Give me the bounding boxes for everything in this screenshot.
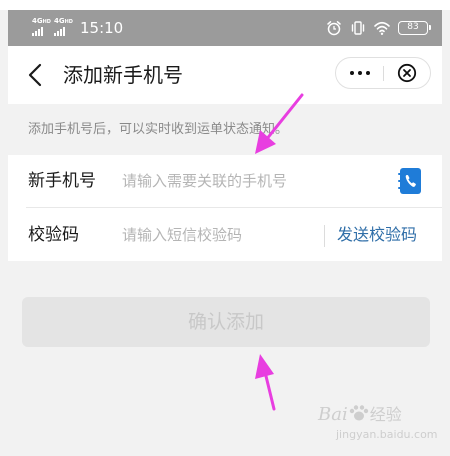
watermark-url: jingyan.baidu.com	[336, 428, 438, 441]
confirm-add-button[interactable]: 确认添加	[22, 297, 430, 347]
paw-logo-icon	[349, 405, 368, 421]
close-button[interactable]	[384, 58, 430, 88]
contact-button[interactable]	[397, 167, 423, 195]
network-1-sub: HD	[42, 19, 51, 25]
back-button[interactable]	[24, 62, 48, 88]
screen: 4GHD 4GHD 15:10 83 添加新手机号 添加手机号后，可以实时收到运…	[0, 0, 450, 456]
signal-2-icon	[53, 27, 65, 36]
code-divider	[324, 225, 325, 247]
annotation-arrow-bottom-icon	[255, 354, 276, 411]
more-dots-icon	[349, 71, 354, 75]
status-icons: 83	[326, 17, 431, 39]
network-indicator-2: 4GHD	[53, 17, 73, 36]
network-1-label: 4G	[32, 17, 43, 25]
code-input[interactable]	[122, 221, 322, 249]
status-time: 15:10	[80, 19, 124, 37]
phone-input[interactable]	[122, 167, 322, 195]
code-label: 校验码	[28, 225, 79, 245]
mini-program-capsule	[335, 57, 431, 89]
watermark-text: Bai 经验	[318, 404, 402, 426]
status-bar: 4GHD 4GHD 15:10 83	[8, 10, 442, 46]
network-2-sub: HD	[64, 19, 73, 25]
phone-row: 新手机号	[8, 155, 442, 207]
chevron-left-icon	[28, 63, 42, 87]
code-row: 校验码 发送校验码	[8, 209, 442, 261]
baidu-watermark: Bai 经验 jingyan.baidu.com	[318, 398, 438, 448]
page-title: 添加新手机号	[63, 63, 183, 87]
network-indicator-1: 4GHD	[32, 17, 51, 36]
network-2-label: 4G	[53, 17, 65, 25]
row-divider	[26, 207, 442, 208]
battery-level: 83	[407, 22, 419, 32]
alarm-icon	[327, 21, 341, 36]
hint-text: 添加手机号后，可以实时收到运单状态通知。	[28, 122, 289, 137]
watermark-brand-2: 经验	[369, 405, 402, 424]
top-edge	[0, 0, 450, 10]
nav-bar: 添加新手机号	[8, 46, 442, 104]
send-code-button[interactable]: 发送校验码	[337, 223, 417, 247]
network-indicators: 4GHD 4GHD	[32, 17, 73, 36]
phone-form: 新手机号 校验码 发送校验码	[8, 155, 442, 261]
signal-1-icon	[32, 27, 43, 36]
wifi-icon	[374, 21, 390, 35]
more-button[interactable]	[336, 58, 383, 88]
battery-indicator: 83	[398, 21, 431, 35]
contact-book-icon	[398, 168, 421, 194]
watermark-brand: Bai	[318, 404, 348, 425]
phone-label: 新手机号	[28, 171, 96, 191]
close-circle-icon	[397, 63, 417, 83]
vibrate-icon	[351, 21, 365, 35]
